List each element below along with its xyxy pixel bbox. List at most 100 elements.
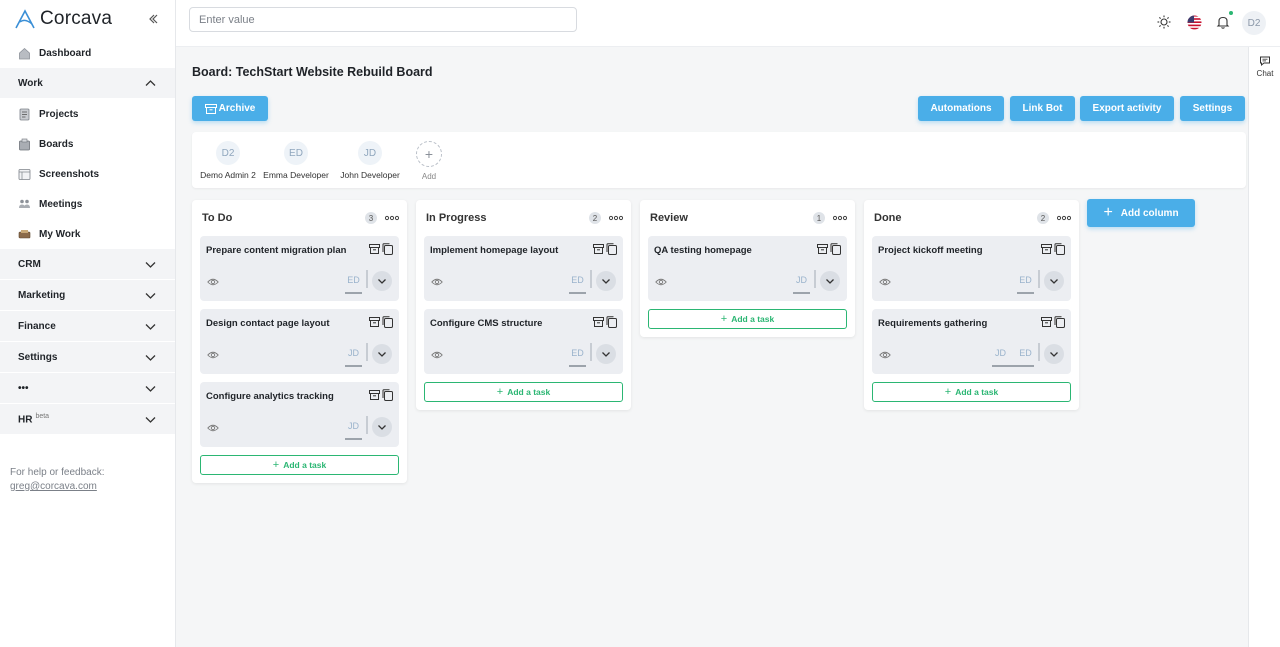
- assignee-initials[interactable]: JD: [793, 275, 810, 285]
- sidebar-item-label: Screenshots: [39, 168, 100, 180]
- sidebar-item-meetings[interactable]: Meetings: [0, 189, 175, 219]
- link-bot-button[interactable]: Link Bot: [1010, 96, 1075, 121]
- task-card[interactable]: Design contact page layout JD: [200, 309, 399, 374]
- card-actions: [369, 389, 393, 401]
- assignee-initials[interactable]: ED: [1017, 348, 1034, 358]
- search-input[interactable]: [189, 7, 577, 32]
- sidebar-item-projects[interactable]: Projects: [0, 99, 175, 129]
- bell-icon[interactable]: [1212, 11, 1234, 33]
- us-flag-icon[interactable]: [1183, 11, 1205, 33]
- assignee-initials[interactable]: ED: [345, 275, 362, 285]
- sidebar-section-work[interactable]: Work: [0, 68, 175, 99]
- export-activity-button[interactable]: Export activity: [1080, 96, 1174, 121]
- sidebar-item-dashboard[interactable]: Dashboard: [0, 38, 175, 68]
- sidebar-section-crm[interactable]: CRM: [0, 249, 175, 280]
- add-column-button[interactable]: + Add column: [1087, 199, 1195, 227]
- add-task-button[interactable]: + Add a task: [424, 382, 623, 402]
- copy-card-icon[interactable]: [382, 243, 393, 255]
- archive-card-icon[interactable]: [593, 316, 604, 328]
- member-avatar: JD: [358, 141, 382, 165]
- assignee-initials[interactable]: JD: [345, 421, 362, 431]
- task-card[interactable]: Configure CMS structure ED: [424, 309, 623, 374]
- eye-icon[interactable]: [207, 350, 219, 360]
- eye-icon[interactable]: [879, 350, 891, 360]
- expand-card-button[interactable]: [372, 344, 392, 364]
- copy-card-icon[interactable]: [1054, 243, 1065, 255]
- expand-card-button[interactable]: [372, 271, 392, 291]
- board-column-in-progress: In Progress 2 Implement homepage layout ED C…: [416, 200, 631, 410]
- user-avatar[interactable]: D2: [1242, 11, 1266, 35]
- eye-icon[interactable]: [879, 277, 891, 287]
- member-item[interactable]: D2 Demo Admin 2: [200, 141, 256, 180]
- archive-card-icon[interactable]: [1041, 316, 1052, 328]
- add-task-button[interactable]: + Add a task: [200, 455, 399, 475]
- task-card[interactable]: Configure analytics tracking JD: [200, 382, 399, 447]
- expand-card-button[interactable]: [596, 271, 616, 291]
- sidebar-section-settings[interactable]: Settings: [0, 342, 175, 373]
- task-card[interactable]: Prepare content migration plan ED: [200, 236, 399, 301]
- assignee-initials[interactable]: ED: [569, 348, 586, 358]
- archive-card-icon[interactable]: [593, 243, 604, 255]
- task-card[interactable]: QA testing homepage JD: [648, 236, 847, 301]
- expand-card-button[interactable]: [1044, 344, 1064, 364]
- expand-card-button[interactable]: [820, 271, 840, 291]
- member-item[interactable]: JD John Developer: [340, 141, 400, 180]
- column-title: Done: [874, 212, 902, 224]
- copy-card-icon[interactable]: [830, 243, 841, 255]
- help-email-link[interactable]: greg@corcava.com: [10, 481, 97, 492]
- archive-card-icon[interactable]: [369, 316, 380, 328]
- collapse-sidebar-icon[interactable]: [145, 11, 161, 27]
- eye-icon[interactable]: [207, 277, 219, 287]
- archive-card-icon[interactable]: [369, 389, 380, 401]
- assignee-initials[interactable]: JD: [992, 348, 1009, 358]
- column-menu-icon[interactable]: [609, 215, 623, 221]
- assignee-initials[interactable]: JD: [345, 348, 362, 358]
- sidebar-section-marketing[interactable]: Marketing: [0, 280, 175, 311]
- sidebar-item-boards[interactable]: Boards: [0, 129, 175, 159]
- task-card[interactable]: Project kickoff meeting ED: [872, 236, 1071, 301]
- copy-card-icon[interactable]: [606, 243, 617, 255]
- column-menu-icon[interactable]: [385, 215, 399, 221]
- chat-button[interactable]: Chat: [1249, 55, 1280, 78]
- add-task-button[interactable]: + Add a task: [872, 382, 1071, 402]
- copy-card-icon[interactable]: [606, 316, 617, 328]
- copy-card-icon[interactable]: [382, 316, 393, 328]
- eye-icon[interactable]: [431, 350, 443, 360]
- archive-card-icon[interactable]: [817, 243, 828, 255]
- task-card[interactable]: Implement homepage layout ED: [424, 236, 623, 301]
- copy-card-icon[interactable]: [382, 389, 393, 401]
- sidebar-section-hr[interactable]: HR beta: [0, 404, 175, 435]
- member-item[interactable]: ED Emma Developer: [263, 141, 329, 180]
- assignee-initials[interactable]: ED: [569, 275, 586, 285]
- card-divider: [366, 270, 368, 288]
- sidebar-section-more[interactable]: •••: [0, 373, 175, 404]
- settings-button[interactable]: Settings: [1180, 96, 1245, 121]
- expand-card-button[interactable]: [596, 344, 616, 364]
- automations-button[interactable]: Automations: [918, 96, 1004, 121]
- chat-rail: Chat: [1248, 47, 1280, 647]
- eye-icon[interactable]: [655, 277, 667, 287]
- add-task-button[interactable]: + Add a task: [648, 309, 847, 329]
- chevron-down-icon: [602, 279, 610, 284]
- eye-icon[interactable]: [431, 277, 443, 287]
- task-card[interactable]: Requirements gathering JD ED: [872, 309, 1071, 374]
- brand[interactable]: Corcava: [0, 0, 175, 38]
- theme-toggle-icon[interactable]: [1153, 11, 1175, 33]
- eye-icon[interactable]: [207, 423, 219, 433]
- column-menu-icon[interactable]: [833, 215, 847, 221]
- sidebar-item-label: Projects: [39, 108, 79, 120]
- sidebar-section-finance[interactable]: Finance: [0, 311, 175, 342]
- notification-dot: [1229, 11, 1233, 15]
- sidebar-item-screenshots[interactable]: Screenshots: [0, 159, 175, 189]
- copy-card-icon[interactable]: [1054, 316, 1065, 328]
- expand-card-button[interactable]: [372, 417, 392, 437]
- add-member-button[interactable]: + Add: [416, 141, 442, 181]
- archive-card-icon[interactable]: [369, 243, 380, 255]
- archive-card-icon[interactable]: [1041, 243, 1052, 255]
- sidebar-item-my-work[interactable]: My Work: [0, 219, 175, 249]
- assignee-initials[interactable]: ED: [1017, 275, 1034, 285]
- column-menu-icon[interactable]: [1057, 215, 1071, 221]
- archive-button[interactable]: Archive: [192, 96, 268, 121]
- expand-card-button[interactable]: [1044, 271, 1064, 291]
- members-bar: D2 Demo Admin 2 ED Emma Developer JD John Dev…: [192, 132, 1246, 188]
